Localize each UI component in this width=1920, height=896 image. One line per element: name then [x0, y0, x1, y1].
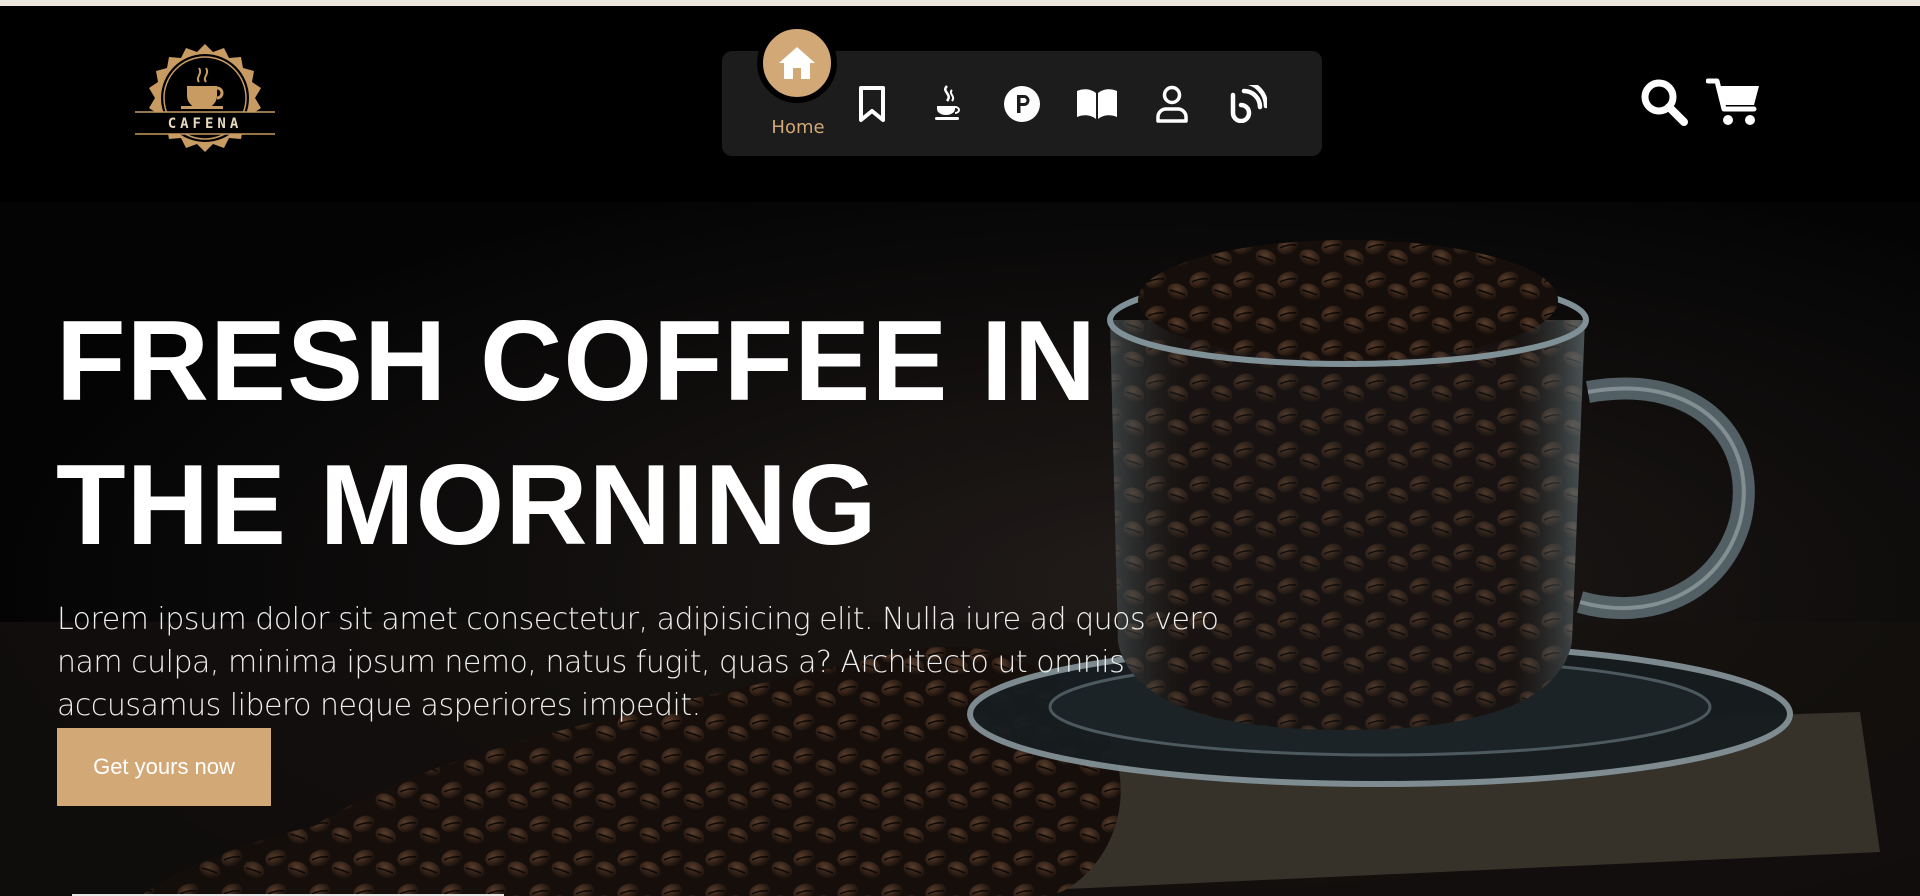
site-header: CAFENA Home — [0, 6, 1920, 202]
hero-description: Lorem ipsum dolor sit amet consectetur, … — [57, 602, 1219, 723]
home-icon[interactable] — [757, 23, 837, 103]
page: CAFENA Home FRESH COFFEE IN THE MORNING … — [0, 0, 1920, 896]
java-cup-icon[interactable] — [922, 79, 972, 129]
header-actions — [1636, 74, 1762, 130]
cart-icon[interactable] — [1706, 74, 1762, 130]
bookmark-icon[interactable] — [847, 79, 897, 129]
product-hunt-icon[interactable] — [997, 79, 1047, 129]
main-nav: Home — [722, 23, 1322, 156]
book-open-icon[interactable] — [1072, 79, 1122, 129]
hero-title-line2: THE MORNING — [56, 442, 878, 569]
nav-home-label[interactable]: Home — [748, 117, 848, 138]
search-icon[interactable] — [1636, 74, 1692, 130]
blog-icon[interactable] — [1222, 79, 1272, 129]
user-icon[interactable] — [1147, 79, 1197, 129]
cafena-logo[interactable]: CAFENA — [133, 42, 277, 164]
hero-title: FRESH COFFEE IN THE MORNING — [56, 290, 1156, 578]
logo-text: CAFENA — [168, 116, 243, 132]
get-yours-now-button[interactable]: Get yours now — [57, 728, 271, 806]
hero-title-line1: FRESH COFFEE IN — [56, 298, 1098, 425]
hero-section: FRESH COFFEE IN THE MORNING Lorem ipsum … — [0, 202, 1920, 896]
